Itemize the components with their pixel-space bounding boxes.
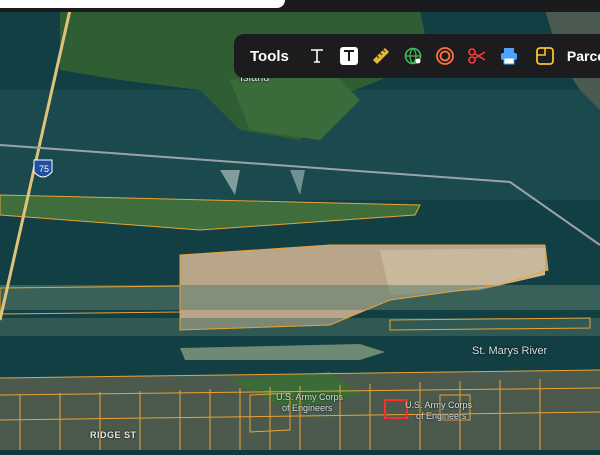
map-label-highway: 75 [39,164,50,174]
tools-toolbar: Tools Parce [234,34,600,78]
search-bar[interactable] [0,0,285,8]
lock-channel [0,285,600,310]
ruler-icon[interactable] [365,40,397,72]
map-label-corps-1-line2: of Engineers [282,403,333,413]
map-label-river: St. Marys River [472,345,548,357]
text-cursor-icon[interactable] [301,40,333,72]
globe-icon[interactable] [397,40,429,72]
map-label-corps-2-line1: U.S. Army Corps [405,400,473,410]
map-label-corps-2-line2: of Engineers [416,411,467,421]
lock-channel [0,318,600,336]
text-box-icon[interactable] [333,40,365,72]
parcels-label[interactable]: Parce [567,48,600,64]
map-label-corps-1-line1: U.S. Army Corps [276,392,344,402]
map-label-street: RIDGE ST [90,430,137,440]
toolbar-title: Tools [250,47,289,65]
parcel-layer-icon[interactable] [529,40,561,72]
scissors-icon[interactable] [461,40,493,72]
printer-icon[interactable] [493,40,525,72]
rings-icon[interactable] [429,40,461,72]
